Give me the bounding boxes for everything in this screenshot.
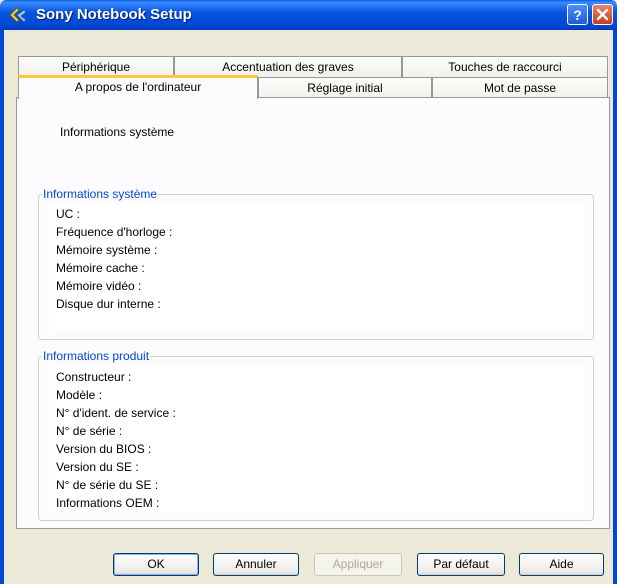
close-button[interactable] bbox=[592, 4, 613, 25]
product-field-serie-se: N° de série du SE : bbox=[56, 478, 159, 492]
product-field-numero-serie: N° de série : bbox=[56, 424, 123, 438]
close-icon bbox=[596, 8, 609, 21]
apply-button[interactable]: Appliquer bbox=[314, 553, 402, 576]
tab-touches-de-raccourci[interactable]: Touches de raccourci bbox=[402, 56, 608, 77]
tab-reglage-initial[interactable]: Réglage initial bbox=[258, 77, 432, 98]
help-action-button[interactable]: Aide bbox=[519, 553, 604, 576]
product-info-group-label: Informations produit bbox=[42, 349, 151, 363]
system-field-disque-dur: Disque dur interne : bbox=[56, 297, 161, 311]
system-field-uc: UC : bbox=[56, 207, 80, 221]
system-info-group-label: Informations système bbox=[42, 187, 159, 201]
window-frame-left bbox=[0, 30, 4, 584]
product-field-ident-service: N° d'ident. de service : bbox=[56, 406, 176, 420]
svg-text:?: ? bbox=[573, 7, 582, 22]
product-info-group: Informations produit Constructeur : Modè… bbox=[38, 349, 594, 521]
product-field-version-bios: Version du BIOS : bbox=[56, 442, 152, 456]
system-field-memoire-systeme: Mémoire système : bbox=[56, 243, 158, 257]
tab-peripherique[interactable]: Périphérique bbox=[18, 56, 174, 77]
title-bar[interactable]: Sony Notebook Setup ? bbox=[0, 0, 617, 30]
product-field-informations-oem: Informations OEM : bbox=[56, 496, 160, 510]
tab-a-propos-de-l-ordinateur[interactable]: A propos de l'ordinateur bbox=[18, 75, 258, 99]
system-field-memoire-video: Mémoire vidéo : bbox=[56, 279, 142, 293]
default-button[interactable]: Par défaut bbox=[417, 553, 505, 576]
help-button[interactable]: ? bbox=[567, 4, 588, 25]
system-info-group: Informations système UC : Fréquence d'ho… bbox=[38, 187, 594, 340]
cancel-button[interactable]: Annuler bbox=[213, 553, 299, 576]
product-info-box: Constructeur : Modèle : N° d'ident. de s… bbox=[49, 366, 584, 512]
panel-heading: Informations système bbox=[60, 125, 175, 139]
product-field-version-se: Version du SE : bbox=[56, 460, 139, 474]
window-frame-right bbox=[613, 30, 617, 584]
tab-accentuation-des-graves[interactable]: Accentuation des graves bbox=[174, 56, 402, 77]
ok-button[interactable]: OK bbox=[113, 553, 199, 576]
product-field-constructeur: Constructeur : bbox=[56, 370, 132, 384]
sony-notebook-setup-window: Sony Notebook Setup ? Périphérique Accen… bbox=[0, 0, 617, 584]
system-info-box: UC : Fréquence d'horloge : Mémoire systè… bbox=[49, 203, 584, 330]
system-field-memoire-cache: Mémoire cache : bbox=[56, 261, 145, 275]
help-icon: ? bbox=[573, 7, 582, 22]
app-icon bbox=[8, 6, 28, 24]
product-field-modele: Modèle : bbox=[56, 388, 103, 402]
window-title: Sony Notebook Setup bbox=[36, 6, 192, 23]
system-field-frequence: Fréquence d'horloge : bbox=[56, 225, 173, 239]
tab-mot-de-passe[interactable]: Mot de passe bbox=[432, 77, 608, 98]
